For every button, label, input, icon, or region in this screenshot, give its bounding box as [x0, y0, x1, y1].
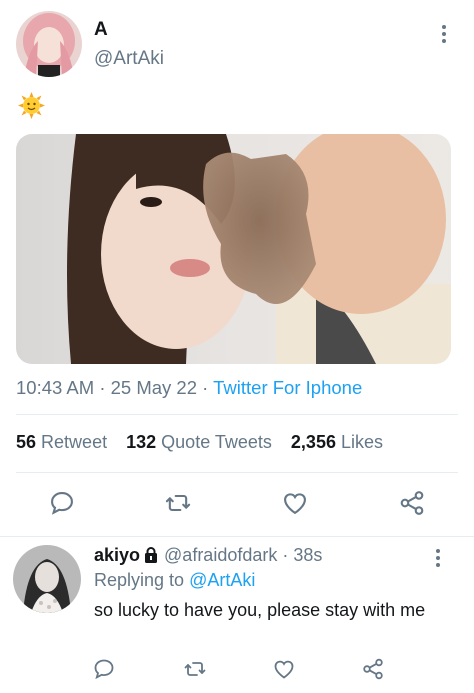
likes-stat[interactable]: 2,356 Likes [291, 432, 383, 452]
author-handle[interactable]: @ArtAki [94, 48, 164, 70]
retweet-icon[interactable] [183, 657, 207, 681]
meta-separator: · [202, 377, 209, 398]
comment-icon[interactable] [48, 489, 76, 517]
replying-to-mention[interactable]: @ArtAki [189, 570, 255, 590]
comment-icon[interactable] [92, 657, 116, 681]
lock-icon [144, 547, 158, 563]
meta-separator: · [99, 377, 106, 398]
tweet-time: 10:43 AM [16, 377, 95, 398]
author-avatar[interactable] [16, 11, 82, 77]
reply-header: akiyo @afraidofdark · 38s [94, 545, 322, 566]
sun-with-face-emoji [18, 92, 45, 119]
tweet-source-link[interactable]: Twitter For Iphone [213, 377, 362, 398]
meta-separator: · [282, 545, 289, 565]
replying-to-line: Replying to @ArtAki [94, 570, 255, 591]
share-icon[interactable] [361, 657, 385, 681]
kebab-menu-icon[interactable] [435, 549, 441, 570]
quote-tweets-stat[interactable]: 132 Quote Tweets [126, 432, 272, 452]
retweets-stat[interactable]: 56 Retweet [16, 432, 107, 452]
heart-icon[interactable] [272, 657, 296, 681]
divider [16, 414, 458, 415]
tweet-timestamp: 10:43 AM · 25 May 22 · Twitter For Iphon… [16, 377, 362, 399]
tweet-stats: 56 Retweet 132 Quote Tweets 2,356 Likes [16, 432, 383, 453]
reply-author-avatar[interactable] [13, 545, 81, 613]
heart-icon[interactable] [281, 489, 309, 517]
author-name[interactable]: A [94, 19, 108, 41]
section-divider [0, 536, 474, 537]
reply-time-ago: 38s [293, 545, 323, 565]
tweet-photo[interactable] [16, 134, 451, 364]
retweet-icon[interactable] [164, 489, 192, 517]
kebab-menu-icon[interactable] [441, 25, 447, 46]
reply-author-handle[interactable]: @afraidofdark [164, 545, 277, 565]
share-icon[interactable] [398, 489, 426, 517]
divider [16, 472, 458, 473]
reply-text: so lucky to have you, please stay with m… [94, 600, 426, 620]
reply-author-name[interactable]: akiyo [94, 545, 140, 565]
replying-to-label: Replying to [94, 570, 185, 590]
tweet-date: 25 May 22 [110, 377, 198, 398]
